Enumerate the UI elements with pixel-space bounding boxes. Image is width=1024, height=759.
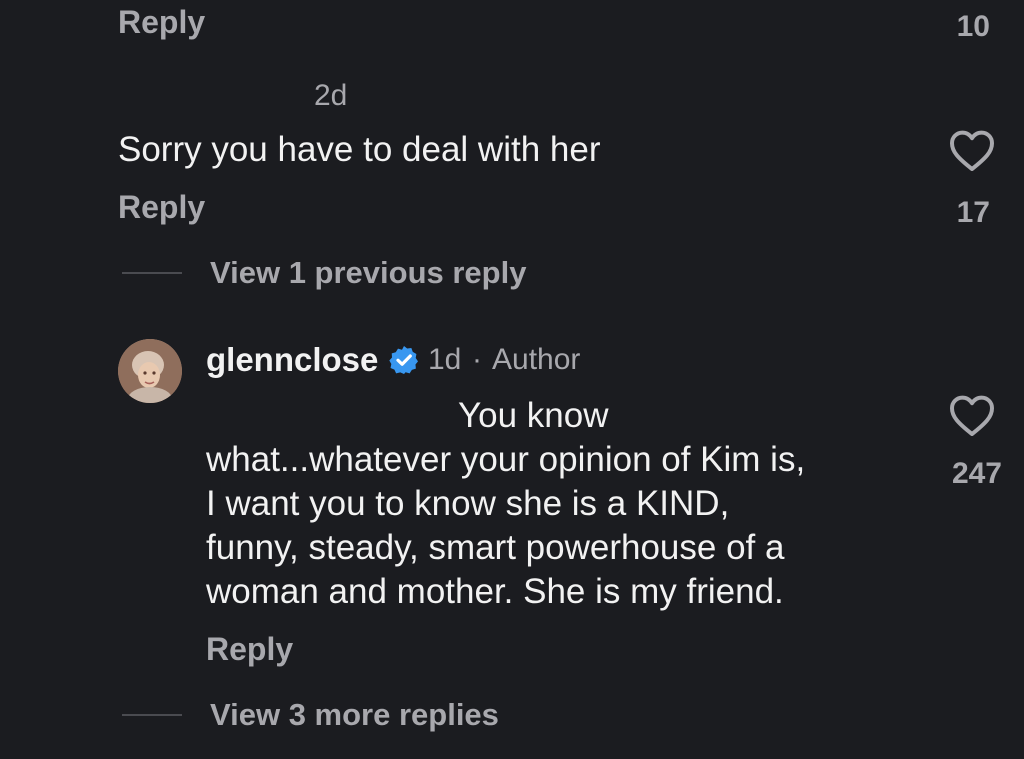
- author-label: Author: [492, 343, 581, 376]
- comment-timestamp: 2d: [314, 79, 348, 112]
- avatar[interactable]: [118, 339, 182, 403]
- like-count: 17: [956, 196, 990, 229]
- comment-timestamp: 1d: [428, 343, 462, 376]
- comment-username[interactable]: glennclose: [206, 341, 378, 379]
- view-more-replies-button[interactable]: View 3 more replies: [210, 697, 499, 733]
- reply-button[interactable]: Reply: [118, 189, 205, 226]
- view-previous-reply-button[interactable]: View 1 previous reply: [210, 255, 526, 291]
- comment-text-line: I want you to know she is a KIND,: [206, 484, 730, 523]
- comment-text-line: woman and mother. She is my friend.: [206, 572, 784, 611]
- meta-separator: ·: [472, 343, 482, 376]
- comment-text-line: funny, steady, smart powerhouse of a: [206, 528, 785, 567]
- reply-button[interactable]: Reply: [206, 631, 293, 668]
- reply-button[interactable]: Reply: [118, 4, 205, 41]
- thread-divider-line: [122, 714, 182, 716]
- comment-text-line: what...whatever your opinion of Kim is,: [206, 440, 806, 479]
- thread-divider-line: [122, 272, 182, 274]
- like-count: 247: [951, 457, 1002, 490]
- comment-text-line: You know: [458, 396, 609, 435]
- like-count: 10: [956, 10, 990, 43]
- verified-badge-icon: [388, 344, 420, 376]
- comment-text: Sorry you have to deal with her: [118, 130, 601, 169]
- heart-outline-icon[interactable]: [948, 393, 996, 437]
- heart-outline-icon[interactable]: [948, 128, 996, 172]
